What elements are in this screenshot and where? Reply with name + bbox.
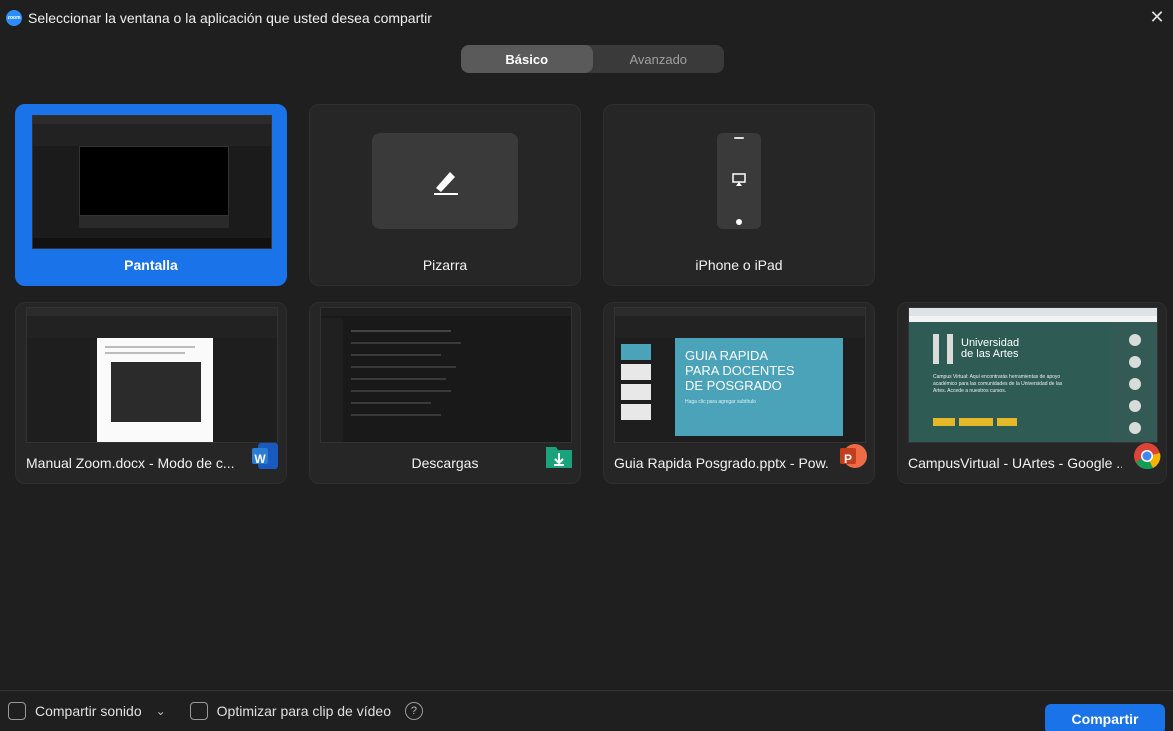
tile-label-descargas: Descargas [411,455,479,471]
campus-logo-line2: de las Artes [961,348,1019,360]
optimize-video-checkbox[interactable] [189,702,208,720]
help-icon[interactable]: ? [404,702,423,720]
airplay-icon [732,173,746,186]
tile-label-pantalla: Pantalla [124,257,178,273]
pen-icon [434,172,458,195]
chevron-down-icon[interactable]: ⌄ [156,704,166,718]
screen-thumbnail [32,115,272,249]
tab-avanzado[interactable]: Avanzado [593,45,725,73]
whiteboard-preview [372,133,518,229]
tab-basico[interactable]: Básico [461,45,593,73]
chrome-icon [1134,443,1161,470]
window-title: Seleccionar la ventana o la aplicación q… [28,10,432,26]
download-folder-icon [546,447,572,468]
bottom-bar: Compartir sonido ⌄ Optimizar para clip d… [0,690,1173,731]
tile-label-chrome: CampusVirtual - UArtes - Google ... [908,455,1122,471]
explorer-thumbnail [320,307,572,443]
share-button[interactable]: Compartir [1045,704,1165,731]
powerpoint-icon-letter: P [843,452,852,466]
slide-title: GUIA RAPIDA PARA DOCENTES DE POSGRADO [685,348,795,393]
word-thumbnail [26,307,278,443]
zoom-logo-text: zoom [7,15,21,21]
zoom-logo-icon: zoom [6,10,22,26]
tile-chrome[interactable]: Universidad de las Artes Campus Virtual:… [897,302,1167,484]
share-sound-checkbox[interactable] [8,702,26,720]
tile-word[interactable]: Manual Zoom.docx - Modo de c... W [15,302,287,484]
word-icon-letter: W [254,452,266,466]
share-sound-label: Compartir sonido [35,703,142,719]
tile-pantalla[interactable]: Pantalla [15,104,287,286]
tile-powerpoint[interactable]: GUIA RAPIDA PARA DOCENTES DE POSGRADO Ha… [603,302,875,484]
tile-label-iphone: iPhone o iPad [695,257,783,273]
slide-subtitle: Haga clic para agregar subtítulo [685,399,756,405]
campus-description: Campus Virtual: Aquí encontrarás herrami… [933,374,1063,394]
mode-tabs: Básico Avanzado [461,45,724,73]
tile-pizarra[interactable]: Pizarra [309,104,581,286]
title-bar: zoom Seleccionar la ventana o la aplicac… [0,0,1173,36]
tile-iphone[interactable]: iPhone o iPad [603,104,875,286]
close-icon[interactable]: ✕ [1147,7,1167,27]
optimize-video-label: Optimizar para clip de vídeo [216,703,391,719]
tile-descargas[interactable]: Descargas [309,302,581,484]
tile-label-pizarra: Pizarra [422,257,468,273]
powerpoint-thumbnail: GUIA RAPIDA PARA DOCENTES DE POSGRADO Ha… [614,307,866,443]
chrome-thumbnail: Universidad de las Artes Campus Virtual:… [908,307,1158,443]
iphone-preview [717,133,761,229]
tile-label-word: Manual Zoom.docx - Modo de c... [26,455,235,471]
tile-label-powerpoint: Guia Rapida Posgrado.pptx - Pow... [614,455,830,471]
